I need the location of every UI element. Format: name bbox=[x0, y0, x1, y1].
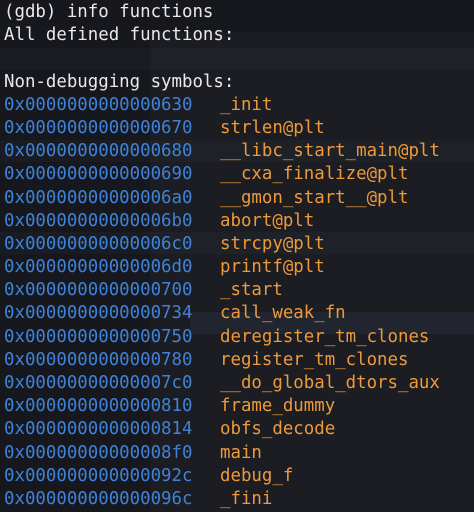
symbol-row: 0x00000000000008f0 main bbox=[4, 442, 440, 465]
symbol-name: debug_f bbox=[220, 465, 294, 486]
symbol-row: 0x000000000000092c debug_f bbox=[4, 465, 440, 488]
symbol-address: 0x000000000000096c bbox=[4, 488, 193, 509]
symbol-address: 0x00000000000006b0 bbox=[4, 210, 193, 231]
symbol-row: 0x00000000000006d0 printf@plt bbox=[4, 256, 440, 279]
symbol-row: 0x0000000000000630 _init bbox=[4, 94, 440, 117]
symbol-name: _start bbox=[220, 280, 283, 301]
symbol-name: abort@plt bbox=[220, 210, 315, 231]
symbol-row: 0x00000000000006a0 __gmon_start__@plt bbox=[4, 187, 440, 210]
symbol-address: 0x0000000000000680 bbox=[4, 141, 193, 162]
symbol-address: 0x0000000000000810 bbox=[4, 396, 193, 417]
symbol-name: frame_dummy bbox=[220, 396, 336, 417]
symbol-address: 0x00000000000006a0 bbox=[4, 187, 193, 208]
symbol-name: __gmon_start__@plt bbox=[220, 187, 409, 208]
symbol-address: 0x0000000000000630 bbox=[4, 94, 193, 115]
symbol-address: 0x00000000000006d0 bbox=[4, 257, 193, 278]
symbol-row: 0x0000000000000814 obfs_decode bbox=[4, 418, 440, 441]
symbol-row: 0x0000000000000690 __cxa_finalize@plt bbox=[4, 163, 440, 186]
symbol-address: 0x0000000000000780 bbox=[4, 349, 193, 370]
symbol-row: 0x00000000000007c0 __do_global_dtors_aux bbox=[4, 372, 440, 395]
symbol-name: __libc_start_main@plt bbox=[220, 141, 440, 162]
symbol-name: printf@plt bbox=[220, 257, 325, 278]
symbol-name: _fini bbox=[220, 488, 273, 509]
symbol-name: _init bbox=[220, 94, 273, 115]
symbol-row: 0x00000000000006c0 strcpy@plt bbox=[4, 233, 440, 256]
symbol-address: 0x0000000000000734 bbox=[4, 303, 193, 324]
symbol-row: 0x0000000000000734 call_weak_fn bbox=[4, 302, 440, 325]
symbol-name: obfs_decode bbox=[220, 419, 336, 440]
symbol-address: 0x00000000000006c0 bbox=[4, 233, 193, 254]
output-header: All defined functions: bbox=[4, 25, 235, 46]
symbol-address: 0x0000000000000670 bbox=[4, 117, 193, 138]
symbol-address: 0x0000000000000814 bbox=[4, 419, 193, 440]
symbol-row: 0x0000000000000810 frame_dummy bbox=[4, 395, 440, 418]
symbol-list: 0x0000000000000630 _init 0x000000000000067… bbox=[4, 94, 440, 511]
section-title: Non-debugging symbols: bbox=[4, 71, 235, 92]
terminal-output[interactable]: (gdb) info functions All defined functio… bbox=[4, 1, 440, 511]
gdb-command-line: (gdb) info functions bbox=[4, 2, 214, 22]
symbol-name: main bbox=[220, 442, 262, 463]
symbol-row: 0x0000000000000780 register_tm_clones bbox=[4, 349, 440, 372]
symbol-address: 0x00000000000007c0 bbox=[4, 373, 193, 393]
symbol-row: 0x000000000000096c _fini bbox=[4, 488, 440, 511]
symbol-name: register_tm_clones bbox=[220, 349, 409, 370]
symbol-address: 0x00000000000008f0 bbox=[4, 442, 193, 463]
terminal-window[interactable]: (gdb) info functions All defined functio… bbox=[0, 0, 474, 512]
symbol-row: 0x00000000000006b0 abort@plt bbox=[4, 210, 440, 233]
symbol-row: 0x0000000000000670 strlen@plt bbox=[4, 117, 440, 140]
symbol-address: 0x0000000000000750 bbox=[4, 326, 193, 347]
symbol-name: deregister_tm_clones bbox=[220, 326, 430, 347]
symbol-row: 0x0000000000000750 deregister_tm_clones bbox=[4, 326, 440, 349]
symbol-name: __cxa_finalize@plt bbox=[220, 164, 409, 185]
symbol-name: __do_global_dtors_aux bbox=[220, 373, 440, 393]
symbol-name: strcpy@plt bbox=[220, 233, 325, 254]
symbol-address: 0x0000000000000690 bbox=[4, 164, 193, 185]
symbol-row: 0x0000000000000700 _start bbox=[4, 279, 440, 302]
symbol-name: call_weak_fn bbox=[220, 303, 346, 324]
symbol-name: strlen@plt bbox=[220, 117, 325, 138]
symbol-row: 0x0000000000000680 __libc_start_main@plt bbox=[4, 140, 440, 163]
symbol-address: 0x000000000000092c bbox=[4, 465, 193, 486]
symbol-address: 0x0000000000000700 bbox=[4, 280, 193, 301]
